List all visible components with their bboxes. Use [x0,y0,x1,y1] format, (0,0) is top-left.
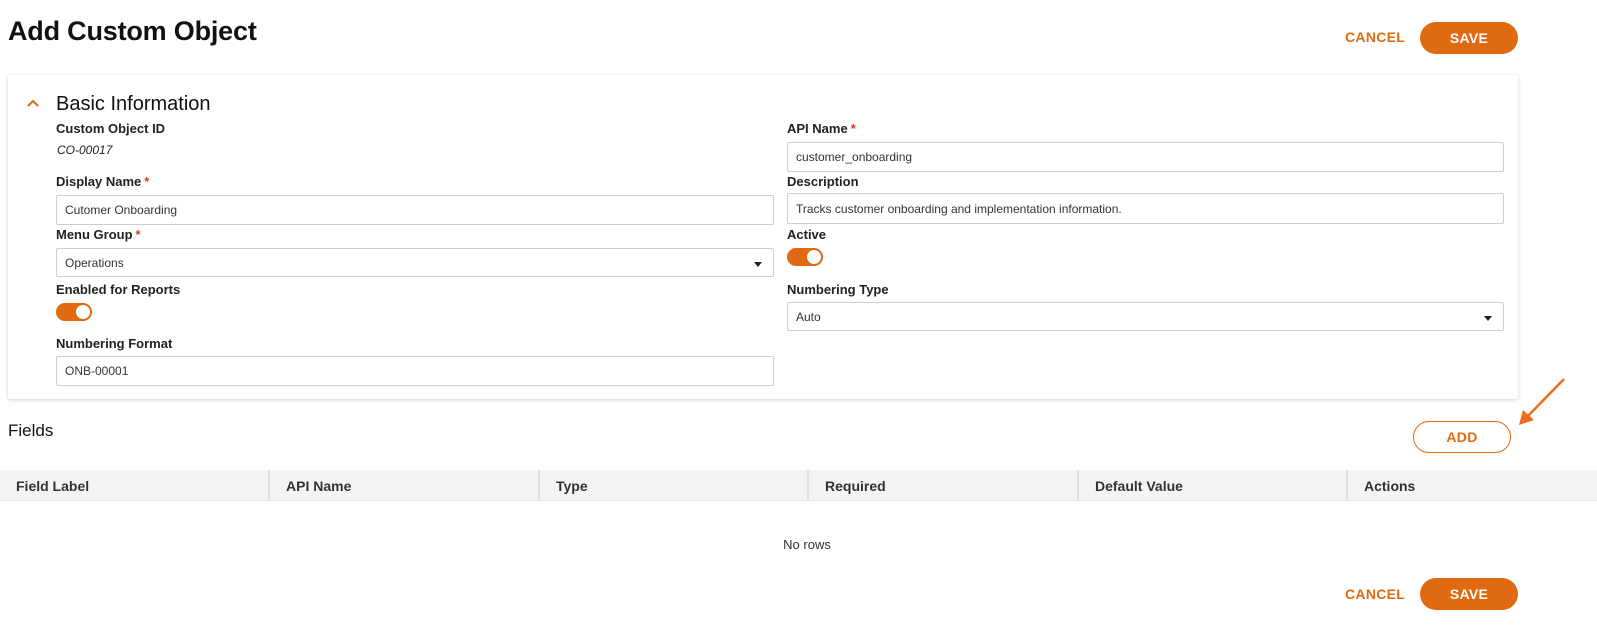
required-marker: * [144,174,150,189]
menu-group-selected-value: Operations [65,255,124,270]
cancel-button-top[interactable]: CANCEL [1345,29,1405,45]
toggle-knob [76,305,90,319]
cancel-button-bottom[interactable]: CANCEL [1345,586,1405,602]
numbering-format-label: Numbering Format [56,336,173,351]
toggle-knob [807,250,821,264]
display-name-field[interactable]: Cutomer Onboarding [56,195,774,225]
active-label: Active [787,227,827,242]
basic-information-card [8,75,1518,399]
fields-section-title: Fields [8,421,54,440]
active-toggle[interactable] [787,248,823,266]
column-header-api-name[interactable]: API Name [270,470,540,501]
save-button-bottom[interactable]: SAVE [1420,578,1518,610]
chevron-up-icon[interactable] [26,96,40,110]
caret-down-icon [1484,316,1492,321]
description-field[interactable]: Tracks customer onboarding and implement… [787,193,1504,224]
page-title: Add Custom Object [8,16,257,46]
numbering-type-selected-value: Auto [796,309,821,324]
api-name-field[interactable]: customer_onboarding [787,142,1504,172]
annotation-arrow-icon [1519,378,1565,425]
caret-down-icon [754,262,762,267]
save-button-top[interactable]: SAVE [1420,22,1518,54]
fields-table-header: Field Label API Name Type Required Defau… [0,470,1597,501]
api-name-label: API Name * [787,121,856,136]
column-header-required[interactable]: Required [809,470,1079,501]
column-header-field-label[interactable]: Field Label [0,470,270,501]
description-label: Description [787,174,859,189]
display-name-label: Display Name * [56,174,150,189]
required-marker: * [850,121,856,136]
custom-object-id-label: Custom Object ID [56,121,166,136]
numbering-type-label: Numbering Type [787,282,889,297]
numbering-type-select[interactable]: Auto [787,302,1504,331]
column-header-actions: Actions [1364,477,1416,494]
column-header-default-value[interactable]: Default Value [1079,470,1348,501]
add-field-button[interactable]: ADD [1413,421,1511,453]
enabled-for-reports-label: Enabled for Reports [56,282,181,297]
required-marker: * [135,227,141,242]
enabled-for-reports-toggle[interactable] [56,303,92,321]
section-title-basic-information: Basic Information [56,93,211,115]
column-header-type[interactable]: Type [540,470,809,501]
numbering-format-field[interactable]: ONB-00001 [56,356,774,386]
menu-group-select[interactable]: Operations [56,248,774,277]
custom-object-id-value: CO-00017 [57,143,113,157]
menu-group-label: Menu Group * [56,227,141,242]
empty-table-message: No rows [783,537,831,552]
